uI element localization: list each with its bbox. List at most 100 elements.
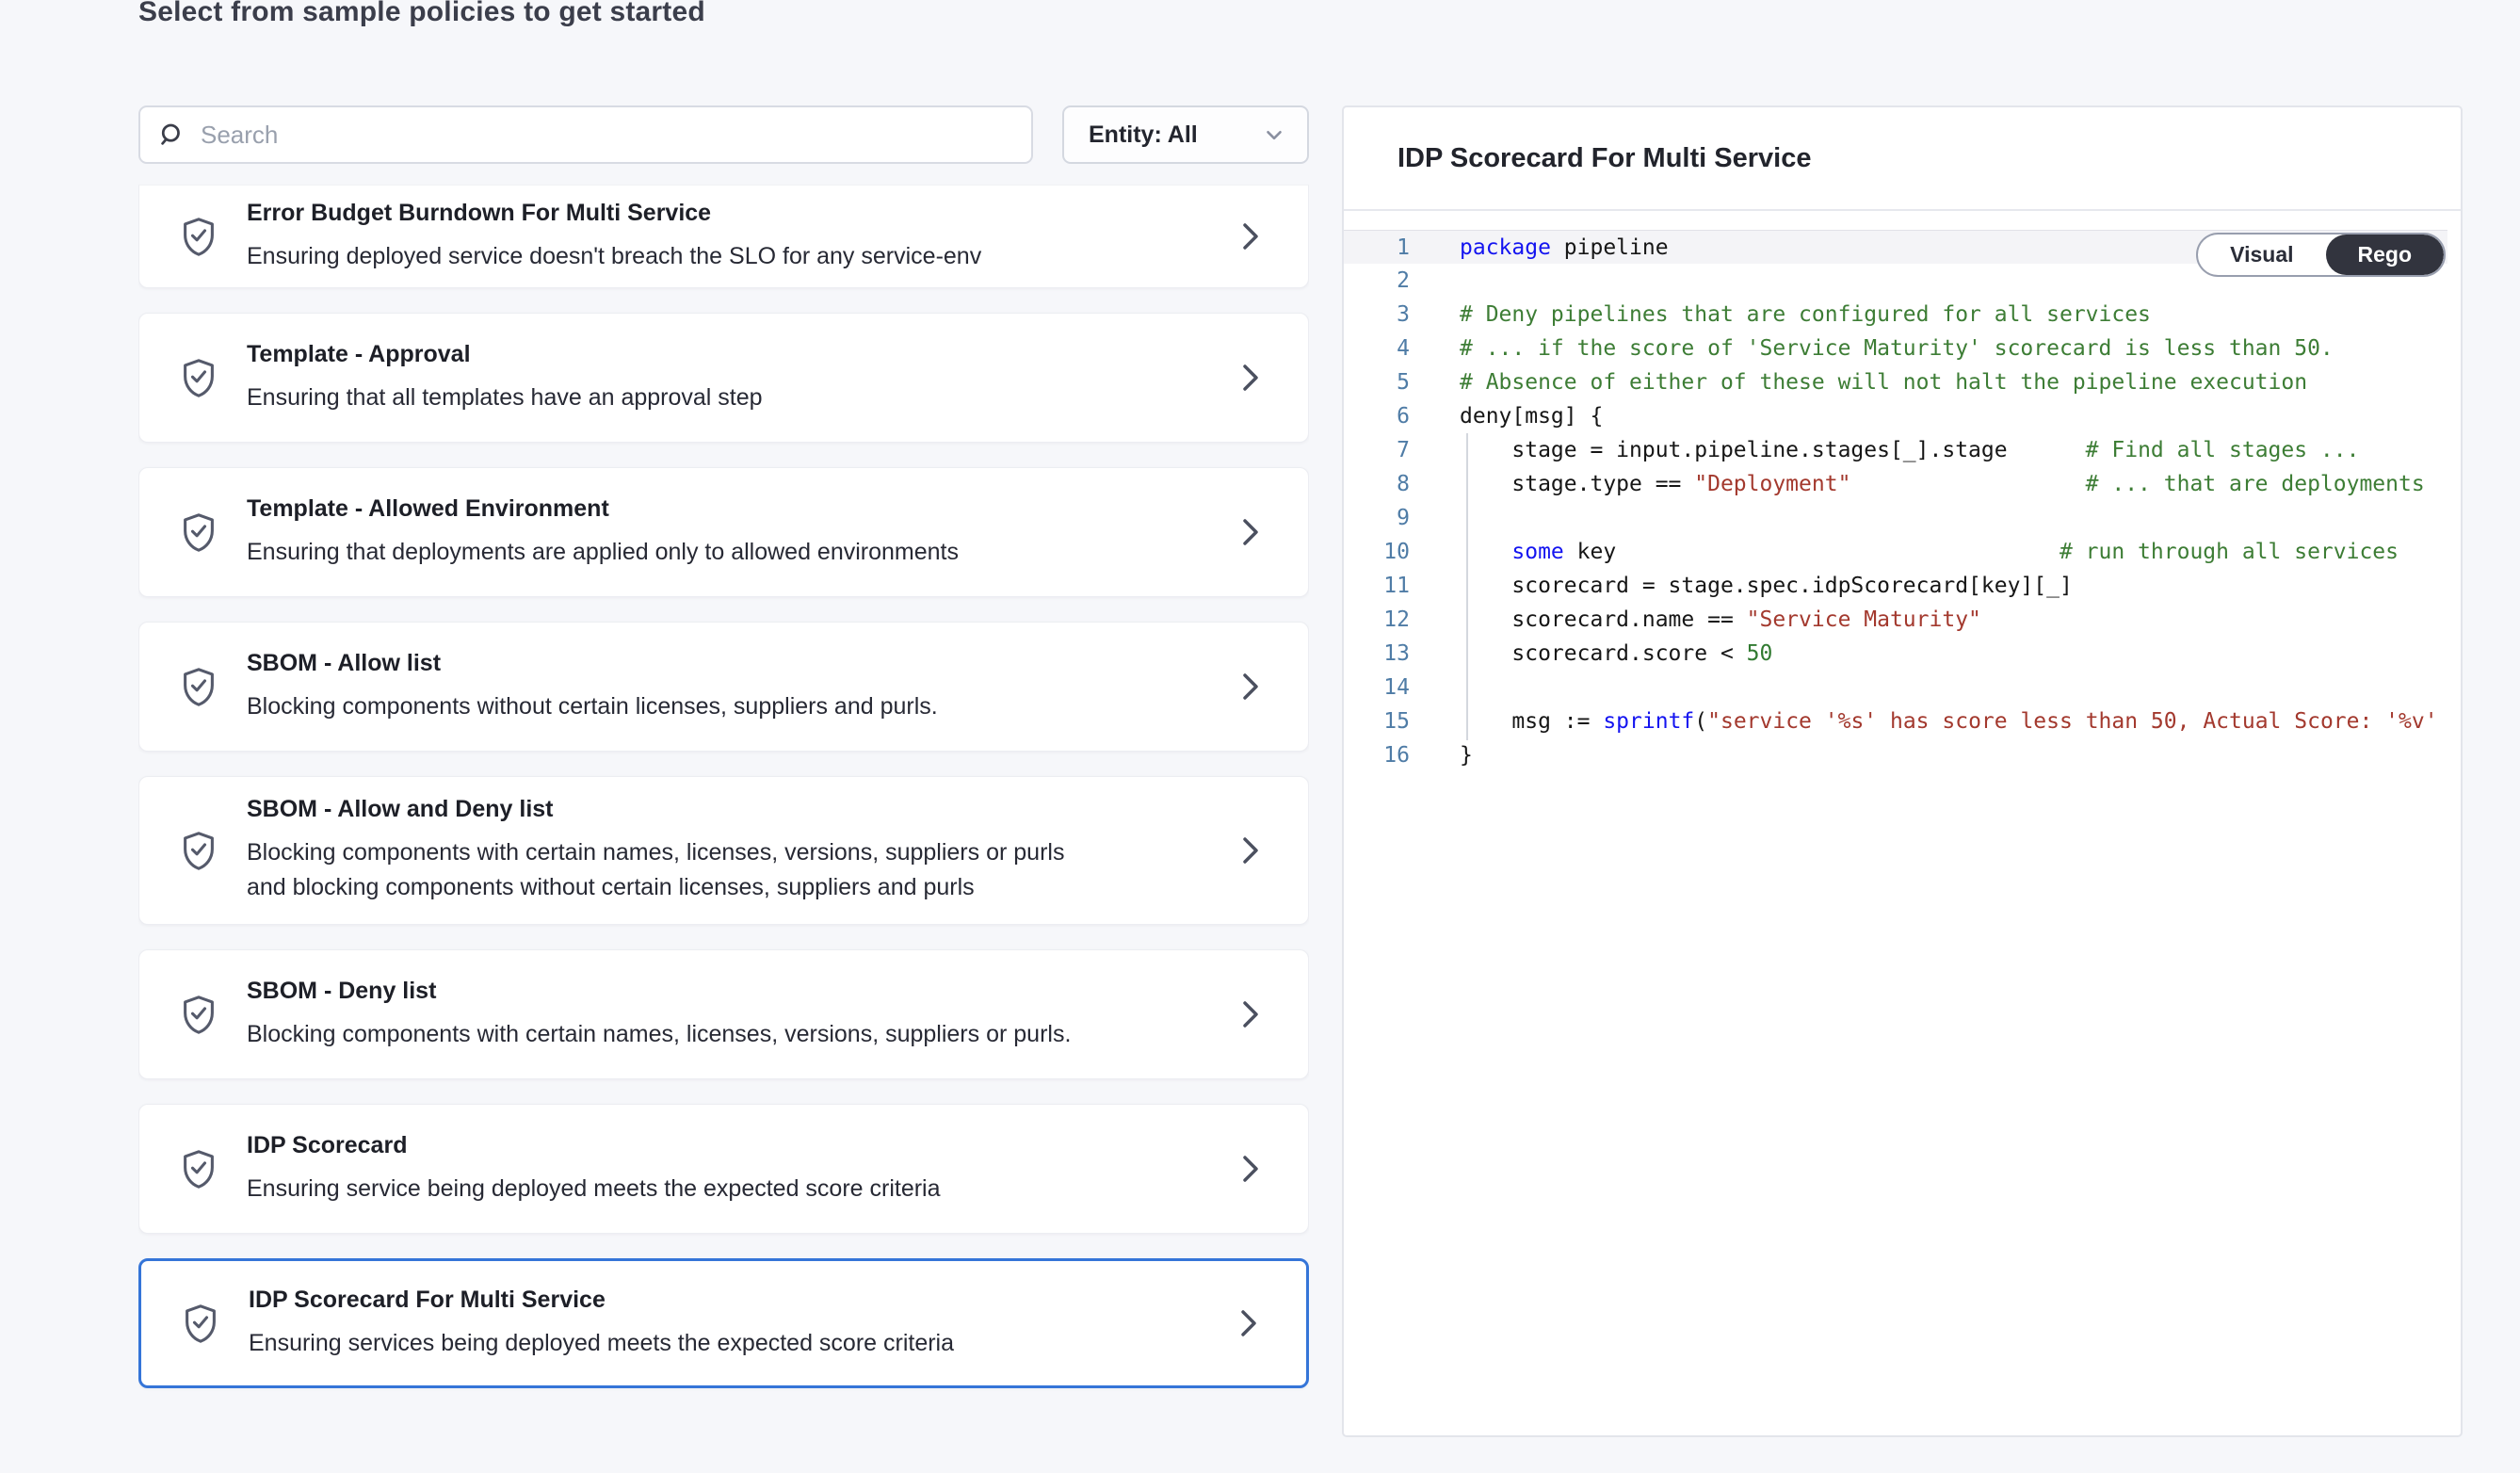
chevron-right-icon [1238, 361, 1270, 395]
shield-check-icon [177, 827, 247, 874]
shield-check-icon [179, 1300, 249, 1347]
policy-text: Error Budget Burndown For Multi Service … [247, 200, 1094, 274]
policy-title: SBOM - Allow and Deny list [247, 796, 1094, 823]
code-text: some key # run through all services [1410, 535, 2399, 569]
policy-card[interactable]: Template - Approval Ensuring that all te… [138, 313, 1309, 443]
policy-description: Blocking components without certain lice… [247, 689, 1094, 724]
policy-text: Template - Approval Ensuring that all te… [247, 341, 1094, 415]
code-line: 7 stage = input.pipeline.stages[_].stage… [1344, 433, 2461, 467]
code-text: scorecard = stage.spec.idpScorecard[key]… [1410, 569, 2073, 603]
chevron-down-icon [1262, 122, 1286, 147]
code-line: 13 scorecard.score < 50 [1344, 637, 2461, 671]
rego-code-editor[interactable]: 1package pipeline23# Deny pipelines that… [1344, 230, 2461, 1416]
chevron-right-icon [1238, 670, 1270, 704]
policy-description: Ensuring deployed service doesn't breach… [247, 239, 1094, 274]
code-line: 5# Absence of either of these will not h… [1344, 365, 2461, 399]
policy-card[interactable]: IDP Scorecard For Multi Service Ensuring… [138, 1258, 1309, 1388]
entity-filter-label: Entity: All [1089, 121, 1198, 149]
code-text: package pipeline [1410, 231, 1669, 264]
policy-title: IDP Scorecard [247, 1132, 1094, 1159]
chevron-right-icon [1238, 997, 1270, 1031]
policy-card[interactable]: Error Budget Burndown For Multi Service … [138, 185, 1309, 288]
entity-filter-dropdown[interactable]: Entity: All [1062, 105, 1309, 164]
shield-check-icon [177, 991, 247, 1038]
policy-card[interactable]: Template - Allowed Environment Ensuring … [138, 467, 1309, 597]
code-text: # Deny pipelines that are configured for… [1410, 298, 2151, 332]
policy-description: Ensuring that all templates have an appr… [247, 380, 1094, 415]
policy-text: SBOM - Deny list Blocking components wit… [247, 978, 1094, 1052]
policy-card[interactable]: SBOM - Allow list Blocking components wi… [138, 622, 1309, 752]
policy-detail-panel: IDP Scorecard For Multi Service Visual R… [1342, 105, 2463, 1437]
code-line: 14 [1344, 671, 2461, 704]
visual-toggle-button[interactable]: Visual [2198, 235, 2325, 275]
chevron-right-icon [1238, 834, 1270, 867]
line-number: 8 [1344, 467, 1410, 501]
line-number: 12 [1344, 603, 1410, 637]
policy-card[interactable]: IDP Scorecard Ensuring service being dep… [138, 1104, 1309, 1234]
indent-guide [1466, 433, 1468, 740]
code-text: scorecard.score < 50 [1410, 637, 1772, 671]
code-text [1410, 501, 1460, 535]
policy-description: Ensuring services being deployed meets t… [249, 1326, 1096, 1361]
line-number: 5 [1344, 365, 1410, 399]
policy-description: Ensuring service being deployed meets th… [247, 1172, 1094, 1206]
shield-check-icon [177, 213, 247, 260]
policy-text: IDP Scorecard Ensuring service being dep… [247, 1132, 1094, 1206]
chevron-right-icon [1238, 219, 1270, 253]
code-line: 3# Deny pipelines that are configured fo… [1344, 298, 2461, 332]
shield-check-icon [177, 509, 247, 556]
line-number: 14 [1344, 671, 1410, 704]
chevron-right-icon [1238, 1152, 1270, 1186]
code-line: 6deny[msg] { [1344, 399, 2461, 433]
line-number: 16 [1344, 738, 1410, 772]
policy-title: IDP Scorecard For Multi Service [249, 1287, 1096, 1314]
line-number: 3 [1344, 298, 1410, 332]
line-number: 9 [1344, 501, 1410, 535]
code-line: 4# ... if the score of 'Service Maturity… [1344, 332, 2461, 365]
chevron-right-icon [1236, 1306, 1268, 1340]
code-line: 11 scorecard = stage.spec.idpScorecard[k… [1344, 569, 2461, 603]
code-line: 16} [1344, 738, 2461, 772]
code-text: stage.type == "Deployment" # ... that ar… [1410, 467, 2425, 501]
chevron-right-icon [1238, 515, 1270, 549]
line-number: 15 [1344, 704, 1410, 738]
code-line: 8 stage.type == "Deployment" # ... that … [1344, 467, 2461, 501]
toolbar: Entity: All [138, 105, 1309, 164]
line-number: 4 [1344, 332, 1410, 365]
code-text: stage = input.pipeline.stages[_].stage #… [1410, 433, 2359, 467]
shield-check-icon [177, 354, 247, 401]
code-text: # ... if the score of 'Service Maturity'… [1410, 332, 2334, 365]
policy-card[interactable]: SBOM - Deny list Blocking components wit… [138, 949, 1309, 1079]
policy-card[interactable]: SBOM - Allow and Deny list Blocking comp… [138, 776, 1309, 925]
code-text [1410, 264, 1460, 298]
policy-text: IDP Scorecard For Multi Service Ensuring… [249, 1287, 1096, 1361]
editor-mode-toggle: Visual Rego [2196, 233, 2446, 277]
line-number: 2 [1344, 264, 1410, 298]
policy-description: Blocking components with certain names, … [247, 835, 1094, 905]
code-text: } [1410, 738, 1473, 772]
code-line: 15 msg := sprintf("service '%s' has scor… [1344, 704, 2461, 738]
policy-title: SBOM - Allow list [247, 650, 1094, 677]
policy-title: Template - Allowed Environment [247, 495, 1094, 523]
line-number: 1 [1344, 231, 1410, 264]
code-lines: 1package pipeline23# Deny pipelines that… [1344, 230, 2461, 772]
shield-check-icon [177, 1145, 247, 1192]
policy-title: Template - Approval [247, 341, 1094, 368]
line-number: 11 [1344, 569, 1410, 603]
policy-text: SBOM - Allow list Blocking components wi… [247, 650, 1094, 724]
code-text [1410, 671, 1460, 704]
page-title: Select from sample policies to get start… [138, 0, 705, 28]
policy-description: Blocking components with certain names, … [247, 1017, 1094, 1052]
code-line: 10 some key # run through all services [1344, 535, 2461, 569]
search-input[interactable] [201, 121, 1014, 150]
line-number: 10 [1344, 535, 1410, 569]
shield-check-icon [177, 663, 247, 710]
code-text: # Absence of either of these will not ha… [1410, 365, 2307, 399]
code-text: msg := sprintf("service '%s' has score l… [1410, 704, 2438, 738]
line-number: 6 [1344, 399, 1410, 433]
line-number: 13 [1344, 637, 1410, 671]
search-box [138, 105, 1033, 164]
policy-title: Error Budget Burndown For Multi Service [247, 200, 1094, 227]
code-line: 12 scorecard.name == "Service Maturity" [1344, 603, 2461, 637]
rego-toggle-button[interactable]: Rego [2326, 235, 2445, 275]
